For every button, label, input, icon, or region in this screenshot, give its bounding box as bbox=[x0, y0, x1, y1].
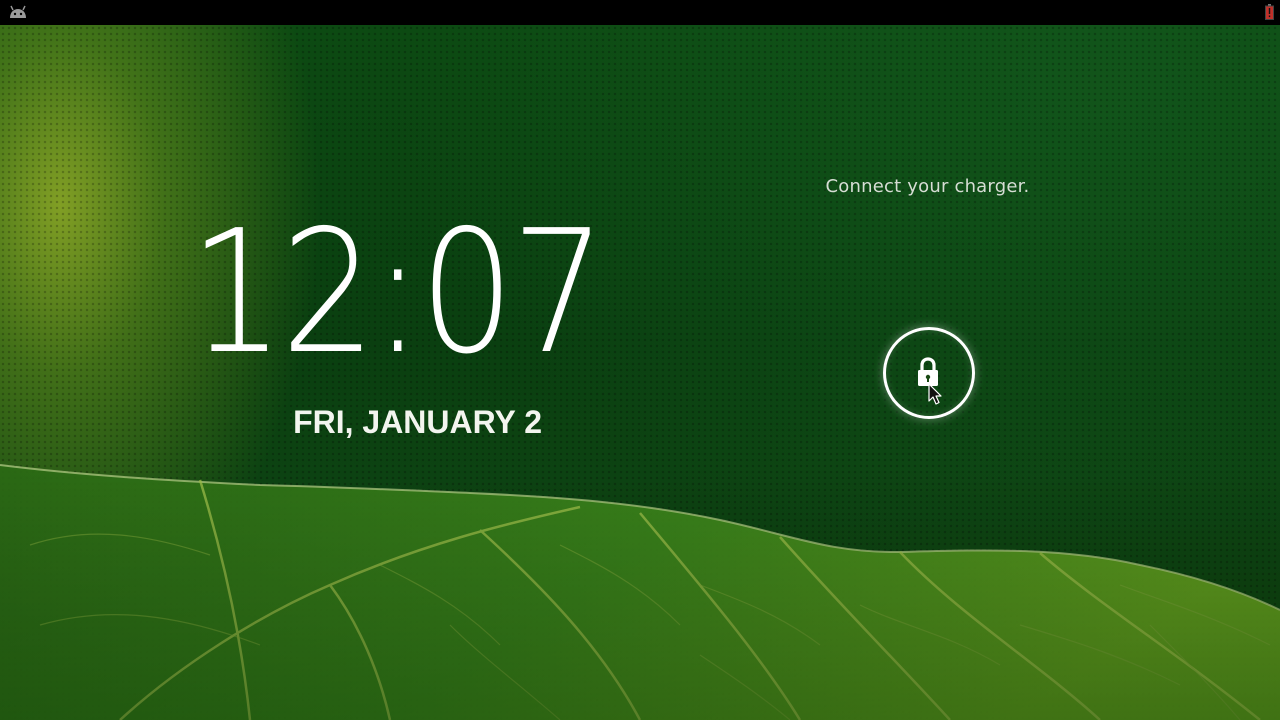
android-icon bbox=[10, 5, 26, 18]
clock-date: FRI, JANUARY 2 bbox=[293, 404, 542, 440]
charger-message: Connect your charger. bbox=[825, 176, 1030, 197]
battery-low-icon bbox=[1265, 4, 1274, 20]
mouse-cursor-icon bbox=[928, 383, 942, 405]
lock-screen: Connect your charger. 12:07 FRI, JANUARY… bbox=[0, 0, 1280, 720]
clock-time: 12:07 bbox=[189, 194, 606, 392]
status-bar bbox=[0, 0, 1280, 25]
